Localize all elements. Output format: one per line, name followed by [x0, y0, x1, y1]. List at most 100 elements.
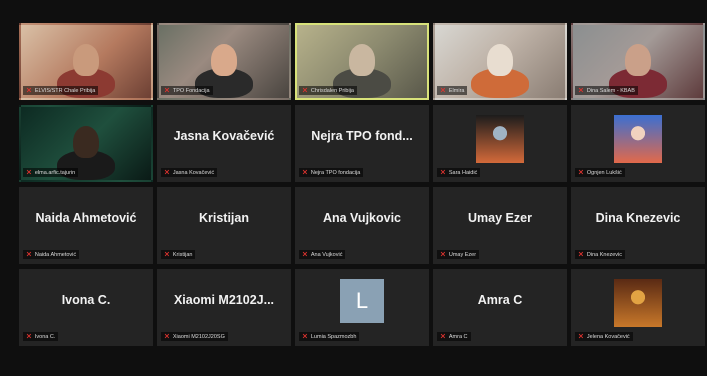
- mic-muted-icon: ⨯: [440, 333, 446, 340]
- participant-name: ELVIS/STR Chale Pribija: [34, 87, 96, 94]
- participant-name: Amra C: [448, 333, 468, 340]
- participant-tile[interactable]: Xiaomi M2102J... ⨯ Xiaomi M2102J20SG: [157, 269, 291, 346]
- participant-tile[interactable]: ⨯ Sara Haidić: [433, 105, 567, 182]
- participant-tile[interactable]: L ⨯ Lumia Spazmozbh: [295, 269, 429, 346]
- profile-picture: [614, 115, 662, 163]
- participant-display-name: Umay Ezer: [468, 210, 532, 225]
- mic-muted-icon: ⨯: [578, 333, 584, 340]
- participant-name: Chrisdalen Pribija: [310, 87, 354, 94]
- participant-name-label: ⨯ Elmira: [437, 86, 468, 95]
- participant-display-name: Xiaomi M2102J...: [173, 292, 275, 307]
- participant-name-label: ⨯ TPO Fondacija: [161, 86, 213, 95]
- mic-muted-icon: ⨯: [440, 169, 446, 176]
- participant-name: Jasna Kovačević: [172, 169, 215, 176]
- participant-name-label: ⨯ Naida Ahmetović: [23, 250, 80, 259]
- participant-name-label: ⨯ Jasna Kovačević: [161, 168, 218, 177]
- participant-face: [73, 126, 99, 158]
- participant-name-label: ⨯ ELVIS/STR Chale Pribija: [23, 86, 99, 95]
- participant-name-label: ⨯ Dina Salem - KBAB: [575, 86, 638, 95]
- mic-muted-icon: ⨯: [26, 333, 32, 340]
- mic-muted-icon: ⨯: [440, 251, 446, 258]
- participant-display-name: Nejra TPO fond...: [311, 128, 413, 143]
- participant-display-name: Dina Knezevic: [595, 210, 681, 225]
- participant-name: Lumia Spazmozbh: [310, 333, 357, 340]
- participant-tile[interactable]: Nejra TPO fond... ⨯ Nejra TPO fondacija: [295, 105, 429, 182]
- mic-muted-icon: ⨯: [302, 87, 308, 94]
- mic-muted-icon: ⨯: [302, 169, 308, 176]
- mic-muted-icon: ⨯: [302, 251, 308, 258]
- mic-muted-icon: ⨯: [164, 251, 170, 258]
- participant-name: Naida Ahmetović: [34, 251, 77, 258]
- participant-name-label: ⨯ Kristijan: [161, 250, 196, 259]
- participant-face: [625, 44, 651, 76]
- mic-muted-icon: ⨯: [164, 87, 170, 94]
- mic-muted-icon: ⨯: [164, 333, 170, 340]
- participant-tile[interactable]: ⨯ Dina Salem - KBAB: [571, 23, 705, 100]
- participant-tile[interactable]: ⨯ Ognjen Lukšić: [571, 105, 705, 182]
- participant-name: Kristijan: [172, 251, 193, 258]
- mic-muted-icon: ⨯: [578, 169, 584, 176]
- mic-muted-icon: ⨯: [164, 169, 170, 176]
- participant-display-name: Jasna Kovačević: [173, 128, 275, 143]
- participant-name: Nejra TPO fondacija: [310, 169, 361, 176]
- participant-name: Ana Vujković: [310, 251, 343, 258]
- profile-picture: [476, 115, 524, 163]
- participant-display-name: Naida Ahmetović: [35, 210, 137, 225]
- participant-name-label: ⨯ elma.arfic.tajurin: [23, 168, 79, 177]
- participant-face: [487, 44, 513, 76]
- profile-picture: [614, 279, 662, 327]
- participant-name-label: ⨯ Dina Knezevic: [575, 250, 626, 259]
- participant-name-label: ⨯ Chrisdalen Pribija: [299, 86, 357, 95]
- participant-name: elma.arfic.tajurin: [34, 169, 76, 176]
- mic-muted-icon: ⨯: [26, 251, 32, 258]
- participant-name: Xiaomi M2102J20SG: [172, 333, 225, 340]
- participant-tile[interactable]: ⨯ Jelena Kovačević: [571, 269, 705, 346]
- participant-display-name: Ivona C.: [61, 292, 111, 307]
- participant-name: Sara Haidić: [448, 169, 478, 176]
- participant-name-label: ⨯ Nejra TPO fondacija: [299, 168, 364, 177]
- mic-muted-icon: ⨯: [578, 87, 584, 94]
- participant-tile[interactable]: Ana Vujkovic ⨯ Ana Vujković: [295, 187, 429, 264]
- participant-tile[interactable]: Umay Ezer ⨯ Umay Ezer: [433, 187, 567, 264]
- participant-name: Umay Ezer: [448, 251, 477, 258]
- participant-tile[interactable]: Ivona C. ⨯ Ivona C.: [19, 269, 153, 346]
- participant-tile[interactable]: ⨯ Elmira: [433, 23, 567, 100]
- participant-name: Elmira: [448, 87, 465, 94]
- participant-name: Ognjen Lukšić: [586, 169, 622, 176]
- participant-name: Ivona C.: [34, 333, 56, 340]
- participant-tile[interactable]: Kristijan ⨯ Kristijan: [157, 187, 291, 264]
- participant-tile[interactable]: Amra C ⨯ Amra C: [433, 269, 567, 346]
- participant-tile[interactable]: ⨯ ELVIS/STR Chale Pribija: [19, 23, 153, 100]
- participant-tile[interactable]: ⨯ Chrisdalen Pribija: [295, 23, 429, 100]
- participant-display-name: Amra C: [477, 292, 523, 307]
- participant-name-label: ⨯ Umay Ezer: [437, 250, 480, 259]
- participant-tile[interactable]: Naida Ahmetović ⨯ Naida Ahmetović: [19, 187, 153, 264]
- participant-tile[interactable]: ⨯ TPO Fondacija: [157, 23, 291, 100]
- mic-muted-icon: ⨯: [26, 87, 32, 94]
- participant-face: [73, 44, 99, 76]
- mic-muted-icon: ⨯: [440, 87, 446, 94]
- mic-muted-icon: ⨯: [302, 333, 308, 340]
- participant-name-label: ⨯ Ivona C.: [23, 332, 59, 341]
- mic-muted-icon: ⨯: [26, 169, 32, 176]
- participant-tile[interactable]: Jasna Kovačević ⨯ Jasna Kovačević: [157, 105, 291, 182]
- participant-name-label: ⨯ Amra C: [437, 332, 471, 341]
- participant-tile[interactable]: ⨯ elma.arfic.tajurin: [19, 105, 153, 182]
- participant-name-label: ⨯ Sara Haidić: [437, 168, 481, 177]
- participant-name-label: ⨯ Ana Vujković: [299, 250, 346, 259]
- participant-name-label: ⨯ Lumia Spazmozbh: [299, 332, 360, 341]
- participant-name-label: ⨯ Xiaomi M2102J20SG: [161, 332, 228, 341]
- gallery-grid: ⨯ ELVIS/STR Chale Pribija ⨯ TPO Fondacija ⨯ C…: [19, 23, 707, 347]
- avatar: L: [340, 279, 384, 323]
- participant-tile[interactable]: Dina Knezevic ⨯ Dina Knezevic: [571, 187, 705, 264]
- participant-display-name: Kristijan: [198, 210, 249, 225]
- participant-name-label: ⨯ Ognjen Lukšić: [575, 168, 625, 177]
- participant-name: TPO Fondacija: [172, 87, 210, 94]
- mic-muted-icon: ⨯: [578, 251, 584, 258]
- participant-name: Dina Salem - KBAB: [586, 87, 635, 94]
- participant-face: [349, 44, 375, 76]
- participant-name-label: ⨯ Jelena Kovačević: [575, 332, 633, 341]
- participant-name: Dina Knezevic: [586, 251, 623, 258]
- participant-display-name: Ana Vujkovic: [322, 210, 402, 225]
- participant-face: [211, 44, 237, 76]
